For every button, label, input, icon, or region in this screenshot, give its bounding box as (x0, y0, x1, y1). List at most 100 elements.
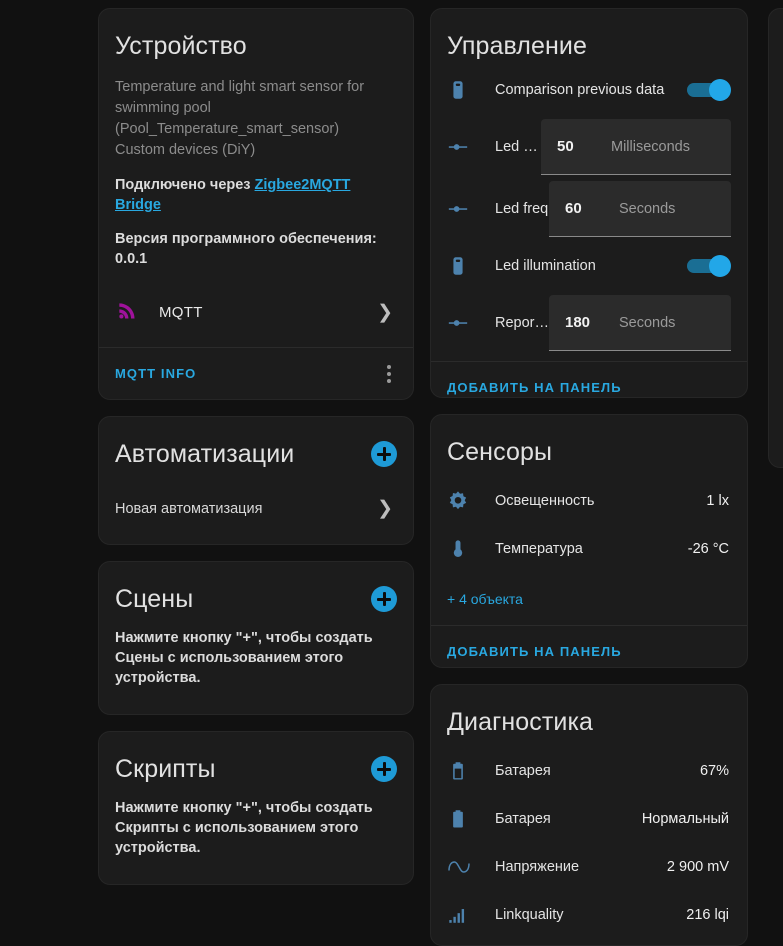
device-description: Temperature and light smart sensor for s… (115, 77, 397, 161)
device-card-title: Устройство (115, 32, 247, 60)
input-unit: Milliseconds (611, 138, 690, 155)
automations-card-body: Автоматизации Новая автоматизация ❯ (99, 417, 413, 544)
automation-item[interactable]: Новая автоматизация ❯ (115, 499, 397, 518)
battery-outline-icon (447, 760, 495, 782)
firmware-version: Версия программного обеспечения: 0.0.1 (115, 231, 377, 267)
toggle-comparison-previous-data[interactable] (687, 79, 731, 101)
control-row: Led freq 60 Seconds (447, 181, 731, 237)
toggle-led-illumination[interactable] (687, 255, 731, 277)
led-duration-input[interactable]: 50 Milliseconds (541, 119, 731, 175)
sensors-more-entities-link[interactable]: + 4 объекта (447, 591, 523, 607)
sensors-card-footer: ДОБАВИТЬ НА ПАНЕЛЬ (431, 625, 747, 667)
sine-wave-icon (447, 855, 495, 879)
diagnostic-value: 2 900 mV (666, 859, 729, 876)
tune-icon (447, 312, 495, 334)
sensor-name: Освещенность (495, 493, 595, 510)
control-row: Report delay 180 Seconds (447, 295, 731, 351)
plus-circle-icon[interactable] (371, 441, 397, 467)
automation-item-label: Новая автоматизация (115, 500, 263, 517)
led-freq-input[interactable]: 60 Seconds (549, 181, 731, 237)
device-card-body: Устройство Temperature and light smart s… (99, 9, 413, 347)
toggle-switch-outline-icon (447, 255, 495, 277)
diagnostics-card-title: Диагностика (447, 708, 594, 737)
more-vert-icon[interactable] (381, 359, 397, 389)
integration-row-mqtt[interactable]: MQTT ❯ (115, 295, 397, 329)
connected-via-label: Подключено через (115, 177, 251, 193)
control-card: Управление Comparison previous data Led … (430, 8, 748, 399)
battery-filled-icon (447, 808, 495, 830)
left-column: Устройство Temperature and light smart s… (98, 8, 414, 946)
device-description-line: (Pool_Temperature_smart_sensor) (115, 121, 340, 137)
control-card-body: Управление Comparison previous data Led … (431, 9, 747, 361)
input-unit: Seconds (619, 200, 676, 217)
sensor-name: Температура (495, 541, 583, 558)
middle-column: Управление Comparison previous data Led … (430, 8, 748, 946)
chevron-right-icon: ❯ (377, 498, 393, 519)
toggle-switch-outline-icon (447, 79, 495, 101)
control-row-label: Led illumination (495, 258, 596, 274)
scripts-card: Скрипты Нажмите кнопку "+", чтобы создат… (98, 731, 414, 885)
mqtt-icon (115, 299, 159, 325)
scenes-title-row: Сцены (115, 584, 397, 614)
diagnostic-name: Linkquality (495, 907, 564, 924)
input-value: 50 (557, 138, 574, 155)
integration-name: MQTT (159, 303, 203, 321)
plus-circle-icon[interactable] (371, 586, 397, 612)
sensor-row[interactable]: Освещенность 1 lx (447, 477, 731, 525)
diagnostic-name: Батарея (495, 763, 551, 780)
input-value: 60 (565, 200, 582, 217)
sensors-card: Сенсоры Освещенность 1 lx Температура -2… (430, 414, 748, 669)
diagnostic-value: Нормальный (641, 811, 729, 828)
thermometer-icon (447, 538, 495, 560)
plus-circle-icon[interactable] (371, 756, 397, 782)
control-card-footer: ДОБАВИТЬ НА ПАНЕЛЬ (431, 361, 747, 397)
chevron-right-icon: ❯ (377, 301, 393, 323)
device-card-footer: MQTT INFO (99, 347, 413, 399)
input-unit: Seconds (619, 314, 676, 331)
diagnostic-row[interactable]: Батарея 67% (447, 747, 731, 795)
automations-card: Автоматизации Новая автоматизация ❯ (98, 416, 414, 545)
connected-via-row: Подключено через Zigbee2MQTT Bridge (115, 175, 397, 215)
control-row-label: Report delay (495, 315, 549, 331)
diagnostic-row[interactable]: Батарея Нормальный (447, 795, 731, 843)
scenes-hint: Нажмите кнопку "+", чтобы создать Сцены … (115, 630, 373, 686)
diagnostic-row[interactable]: Напряжение 2 900 mV (447, 843, 731, 891)
diagnostic-name: Напряжение (495, 859, 580, 876)
device-description-line: Temperature and light smart sensor for (115, 79, 365, 95)
sensor-value: -26 °C (687, 541, 729, 558)
sensor-value: 1 lx (706, 493, 729, 510)
diagnostic-value: 216 lqi (686, 907, 729, 924)
offscreen-right-card (768, 8, 783, 468)
automations-card-title: Автоматизации (115, 440, 295, 468)
signal-bars-icon (447, 904, 495, 926)
add-to-dashboard-button[interactable]: ДОБАВИТЬ НА ПАНЕЛЬ (447, 644, 622, 659)
diagnostic-row[interactable]: Linkquality 216 lqi (447, 891, 731, 939)
control-row: Led illumination (447, 243, 731, 289)
control-row-label: Led freq (495, 201, 549, 217)
tune-icon (447, 136, 495, 158)
automations-title-row: Автоматизации (115, 439, 397, 469)
sensors-card-title: Сенсоры (447, 438, 553, 467)
diagnostics-card-body: Диагностика Батарея 67% Батарея Нормальн… (431, 685, 747, 945)
sensor-row[interactable]: Температура -26 °C (447, 525, 731, 573)
add-to-dashboard-button[interactable]: ДОБАВИТЬ НА ПАНЕЛЬ (447, 380, 622, 395)
sensors-card-body: Сенсоры Освещенность 1 lx Температура -2… (431, 415, 747, 625)
control-row-label: Comparison previous data (495, 82, 665, 98)
mqtt-info-button[interactable]: MQTT INFO (115, 366, 196, 381)
scenes-card-body: Сцены Нажмите кнопку "+", чтобы создать … (99, 562, 413, 714)
input-value: 180 (565, 314, 591, 331)
control-row: Comparison previous data (447, 67, 731, 113)
brightness-icon (447, 490, 495, 512)
device-detail-page: Устройство Temperature and light smart s… (0, 0, 783, 946)
control-row: Led durati… 50 Milliseconds (447, 119, 731, 175)
control-row-label: Led durati… (495, 139, 541, 155)
diagnostic-value: 67% (699, 763, 729, 780)
report-delay-input[interactable]: 180 Seconds (549, 295, 731, 351)
scripts-card-body: Скрипты Нажмите кнопку "+", чтобы создат… (99, 732, 413, 884)
scripts-hint: Нажмите кнопку "+", чтобы создать Скрипт… (115, 800, 373, 856)
device-description-line: swimming pool (115, 100, 211, 116)
scripts-title-row: Скрипты (115, 754, 397, 784)
diagnostics-card: Диагностика Батарея 67% Батарея Нормальн… (430, 684, 748, 946)
device-description-line: Custom devices (DiY) (115, 142, 256, 158)
device-card: Устройство Temperature and light smart s… (98, 8, 414, 400)
